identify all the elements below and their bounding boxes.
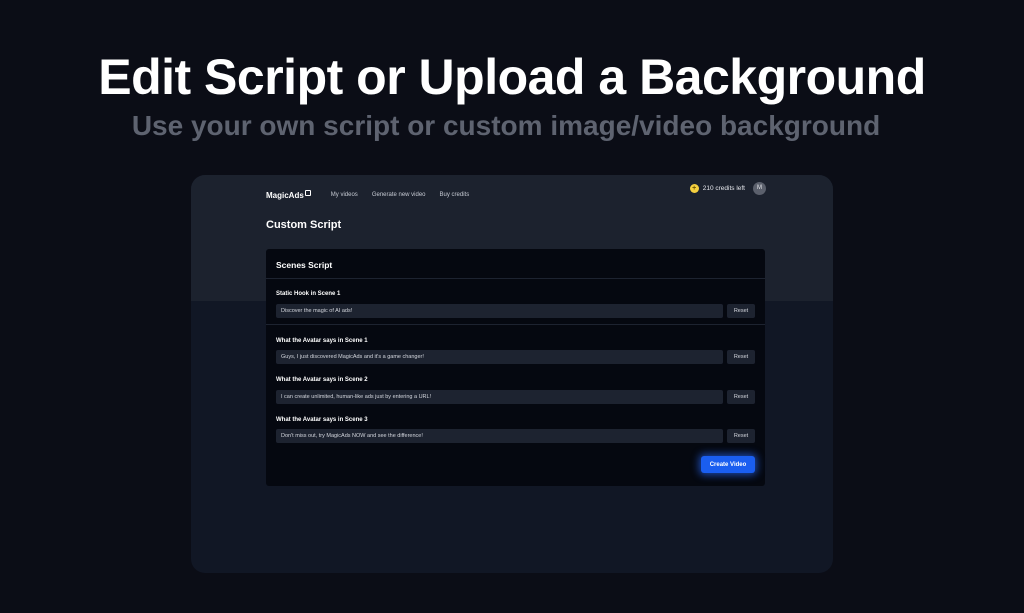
field-label-avatar-scene-3: What the Avatar says in Scene 3 bbox=[276, 417, 368, 423]
reset-button-hook-scene-1[interactable]: Reset bbox=[727, 304, 755, 318]
avatar-scene-2-input[interactable]: I can create unlimited, human-like ads j… bbox=[276, 390, 723, 404]
reset-button-avatar-scene-3[interactable]: Reset bbox=[727, 429, 755, 443]
avatar-scene-3-input[interactable]: Don't miss out, try MagicAds NOW and see… bbox=[276, 429, 723, 443]
logo-badge-icon bbox=[304, 190, 311, 196]
field-label-avatar-scene-2: What the Avatar says in Scene 2 bbox=[276, 377, 368, 383]
field-label-avatar-scene-1: What the Avatar says in Scene 1 bbox=[276, 338, 368, 344]
create-video-button[interactable]: Create Video bbox=[701, 456, 755, 473]
hero-subtitle: Use your own script or custom image/vide… bbox=[131, 110, 881, 141]
avatar[interactable]: M bbox=[753, 181, 766, 195]
app-window: MagicAds My videos Generate new video Bu… bbox=[191, 175, 833, 573]
nav-link-my-videos[interactable]: My videos bbox=[331, 192, 358, 198]
panel-title: Scenes Script bbox=[276, 260, 333, 270]
logo-text: MagicAds bbox=[266, 190, 304, 200]
avatar-scene-1-input[interactable]: Guys, I just discovered MagicAds and it'… bbox=[276, 350, 723, 364]
nav-link-buy-credits[interactable]: Buy credits bbox=[440, 192, 470, 198]
nav-link-generate-new-video[interactable]: Generate new video bbox=[372, 192, 426, 198]
section-divider bbox=[266, 324, 765, 325]
reset-button-avatar-scene-1[interactable]: Reset bbox=[727, 350, 755, 364]
coin-plus-icon: + bbox=[689, 183, 699, 193]
reset-button-avatar-scene-2[interactable]: Reset bbox=[727, 390, 755, 404]
page-title: Custom Script bbox=[266, 219, 342, 231]
hook-scene-1-input[interactable]: Discover the magic of AI ads! bbox=[276, 304, 723, 318]
credits-count: 210 credits left bbox=[702, 184, 745, 192]
panel-divider bbox=[266, 278, 765, 279]
field-label-hook-scene-1: Static Hook in Scene 1 bbox=[276, 291, 341, 297]
nav-right: + 210 credits left M bbox=[689, 181, 766, 195]
scenes-script-panel: Scenes Script Static Hook in Scene 1 Dis… bbox=[266, 249, 765, 486]
hero-title: Edit Script or Upload a Background bbox=[98, 49, 926, 105]
logo[interactable]: MagicAds bbox=[266, 190, 311, 200]
